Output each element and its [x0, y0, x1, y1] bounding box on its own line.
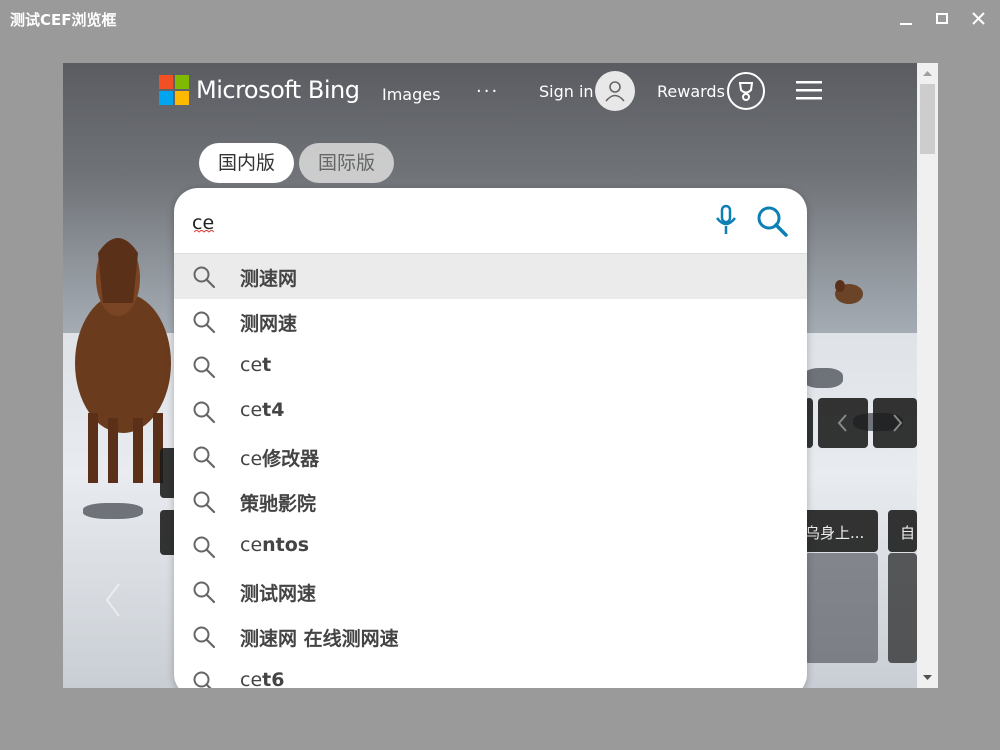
suggestion-item[interactable]: cet4 [174, 389, 807, 434]
avatar-button[interactable] [595, 71, 635, 111]
suggestion-completion: 测试网速 [240, 583, 317, 605]
news-card-title: 乌身上... [805, 524, 865, 542]
search-icon [193, 581, 216, 604]
suggestion-completion: ntos [262, 534, 310, 556]
suggestion-item[interactable]: centos [174, 524, 807, 569]
search-icon [193, 266, 216, 289]
microphone-icon [716, 204, 736, 234]
chevron-right-icon [893, 414, 903, 432]
news-card[interactable]: 自 [888, 510, 917, 552]
suggestion-typed-part: ce [240, 534, 263, 556]
suggestion-completion: t6 [262, 669, 285, 688]
nav-images-link[interactable]: Images [382, 85, 440, 104]
search-icon [193, 626, 216, 649]
suggestion-completion: 修改器 [262, 448, 320, 470]
search-icon [193, 356, 216, 379]
scroll-down-button[interactable] [917, 668, 938, 688]
chevron-left-icon [837, 414, 847, 432]
suggestion-text: centos [240, 534, 309, 556]
suggestion-text: 策驰影院 [240, 489, 316, 516]
window-title: 测试CEF浏览框 [10, 11, 117, 29]
search-icon [193, 401, 216, 424]
suggestion-item[interactable]: 策驰影院 [174, 479, 807, 524]
close-icon [972, 12, 985, 25]
suggestion-text: 测速网 在线测网速 [240, 624, 399, 651]
suggestion-item[interactable]: 测速网 [174, 254, 807, 299]
nav-more-button[interactable]: ··· [476, 81, 499, 102]
minimize-icon [900, 23, 912, 25]
search-icon [193, 671, 212, 688]
browser-viewport: 乌身上... 自 Microsoft Bing Images ··· Sign … [63, 63, 917, 688]
carousel-prev-button[interactable] [818, 398, 868, 448]
suggestion-completion: 测速网 在线测网速 [240, 628, 399, 650]
voice-search-button[interactable] [714, 204, 738, 236]
suggestion-typed-part: ce [240, 448, 263, 470]
background-horse-small [835, 280, 863, 304]
menu-hamburger-icon[interactable] [796, 80, 822, 100]
user-icon [605, 81, 625, 102]
suggestion-list: 测速网 测网速 cet cet4 ce修改器 策驰影院 centos 测试网速 测速网 在线测网… [174, 254, 807, 688]
sign-in-link[interactable]: Sign in [539, 82, 594, 101]
search-row [174, 188, 807, 253]
suggestion-item[interactable]: 测速网 在线测网速 [174, 614, 807, 659]
minimize-button[interactable] [893, 8, 919, 30]
suggestion-text: 测速网 [240, 264, 297, 291]
microsoft-logo-icon[interactable] [159, 75, 189, 105]
background-rock [803, 368, 843, 388]
suggestion-item[interactable]: ce修改器 [174, 434, 807, 479]
suggestion-text: 测试网速 [240, 579, 316, 606]
window-titlebar: 测试CEF浏览框 [0, 0, 1000, 38]
search-submit-button[interactable] [755, 204, 789, 238]
maximize-icon [936, 13, 948, 24]
suggestion-typed-part: ce [240, 399, 263, 421]
suggestion-text: cet6 [240, 669, 284, 688]
spellcheck-underline [194, 230, 214, 233]
arrow-up-icon [923, 71, 932, 76]
suggestion-completion: t4 [262, 399, 285, 421]
arrow-down-icon [923, 675, 932, 680]
search-icon [193, 536, 216, 559]
suggestion-typed-part: ce [240, 669, 263, 688]
suggestion-text: cet [240, 354, 271, 376]
trophy-icon [738, 82, 754, 101]
news-card-title: 自 [900, 524, 916, 542]
suggestion-completion: 测速网 [240, 268, 298, 290]
scroll-thumb[interactable] [920, 84, 935, 154]
suggestion-item[interactable]: cet6 [174, 659, 807, 688]
search-icon [757, 206, 788, 237]
search-input[interactable] [192, 208, 692, 238]
suggestion-completion: t [262, 354, 272, 376]
maximize-button[interactable] [929, 8, 955, 30]
suggestion-text: ce修改器 [240, 444, 319, 471]
tab-domestic[interactable]: 国内版 [199, 143, 294, 183]
tab-international[interactable]: 国际版 [299, 143, 394, 183]
carousel-next-button[interactable] [873, 398, 917, 448]
brand-name[interactable]: Microsoft Bing [196, 76, 360, 104]
search-icon [193, 491, 216, 514]
suggestion-item[interactable]: 测网速 [174, 299, 807, 344]
search-icon [193, 311, 216, 334]
search-icon [193, 446, 216, 469]
suggestion-completion: 测网速 [240, 313, 298, 335]
scroll-up-button[interactable] [917, 63, 938, 83]
rewards-badge-button[interactable] [727, 72, 765, 110]
news-card-image [888, 553, 917, 663]
rewards-link[interactable]: Rewards [657, 82, 725, 101]
suggestion-completion: 策驰影院 [240, 493, 317, 515]
suggestion-text: 测网速 [240, 309, 297, 336]
suggestion-item[interactable]: 测试网速 [174, 569, 807, 614]
news-card-image [805, 553, 878, 663]
suggestion-typed-part: ce [240, 354, 263, 376]
hero-prev-arrow-icon[interactable] [101, 580, 125, 620]
suggestion-item[interactable]: cet [174, 344, 807, 389]
close-button[interactable] [966, 8, 992, 30]
search-box-panel: 测速网测网速cetcet4ce修改器策驰影院centos测试网速测速网 在线测网… [174, 188, 807, 688]
suggestion-text: cet4 [240, 399, 284, 421]
vertical-scrollbar[interactable] [917, 63, 938, 688]
